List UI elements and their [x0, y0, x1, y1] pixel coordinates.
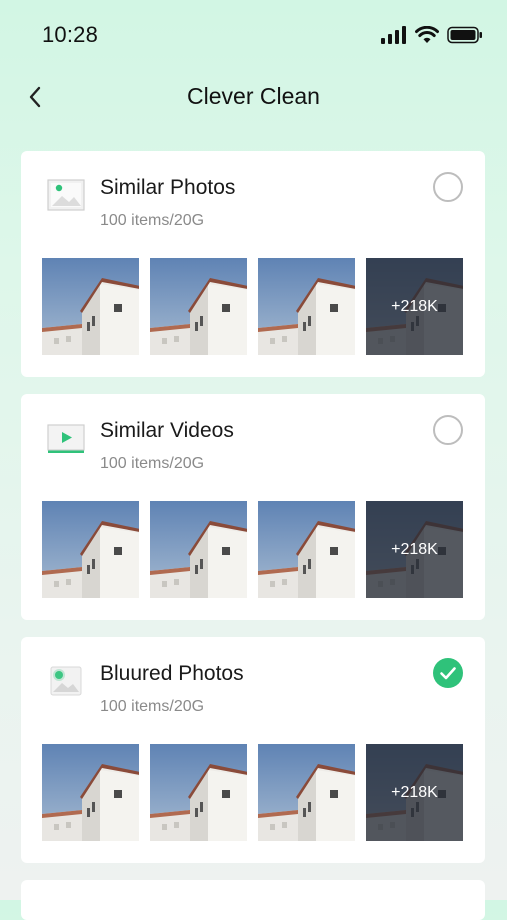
photo-thumbnail[interactable]: [42, 744, 139, 841]
building-image: [42, 501, 139, 598]
photo-thumbnail[interactable]: [42, 258, 139, 355]
select-radio[interactable]: [433, 415, 463, 445]
signal-icon: [381, 26, 406, 44]
card-similar-photos[interactable]: Similar Photos 100 items/20G +218K: [21, 151, 485, 377]
thumbnail-row: +218K: [42, 744, 463, 841]
wifi-icon: [415, 26, 439, 43]
more-count: +218K: [366, 501, 463, 598]
more-count: +218K: [366, 744, 463, 841]
building-image: [150, 501, 247, 598]
building-image: [150, 258, 247, 355]
building-image: [258, 744, 355, 841]
checked-check-icon[interactable]: [433, 658, 463, 688]
card-similar-videos[interactable]: Similar Videos 100 items/20G +218K: [21, 394, 485, 620]
photo-thumbnail[interactable]: [258, 258, 355, 355]
more-thumbnail[interactable]: +218K: [366, 744, 463, 841]
status-icons: [381, 26, 483, 44]
card-title: Bluured Photos: [100, 662, 244, 685]
building-image: [42, 258, 139, 355]
video-thumbnail[interactable]: [150, 501, 247, 598]
page-title: Clever Clean: [187, 83, 320, 109]
card-subtitle: 100 items/20G: [100, 698, 205, 715]
building-image: [42, 744, 139, 841]
more-count: +218K: [366, 258, 463, 355]
video-thumbnail[interactable]: [42, 501, 139, 598]
status-bar: 10:28: [0, 0, 507, 70]
more-thumbnail[interactable]: +218K: [366, 258, 463, 355]
more-thumbnail[interactable]: +218K: [366, 501, 463, 598]
select-radio[interactable]: [433, 172, 463, 202]
thumbnail-row: +218K: [42, 258, 463, 355]
blurred-photo-icon: [50, 666, 82, 696]
photo-icon: [47, 179, 85, 211]
thumbnail-row: +218K: [42, 501, 463, 598]
video-thumbnail[interactable]: [258, 501, 355, 598]
card-title: Similar Photos: [100, 176, 236, 199]
card-blurred-photos[interactable]: Bluured Photos 100 items/20G +218K: [21, 637, 485, 863]
building-image: [150, 744, 247, 841]
card-partial[interactable]: [21, 880, 485, 920]
photo-thumbnail[interactable]: [258, 744, 355, 841]
card-title: Similar Videos: [100, 419, 234, 442]
nav-bar: Clever Clean: [0, 70, 507, 126]
photo-thumbnail[interactable]: [150, 258, 247, 355]
building-image: [258, 501, 355, 598]
photo-thumbnail[interactable]: [150, 744, 247, 841]
card-subtitle: 100 items/20G: [100, 212, 205, 229]
building-image: [258, 258, 355, 355]
status-time: 10:28: [42, 22, 99, 47]
battery-icon: [447, 26, 482, 44]
card-subtitle: 100 items/20G: [100, 455, 205, 472]
video-icon: [47, 424, 85, 453]
